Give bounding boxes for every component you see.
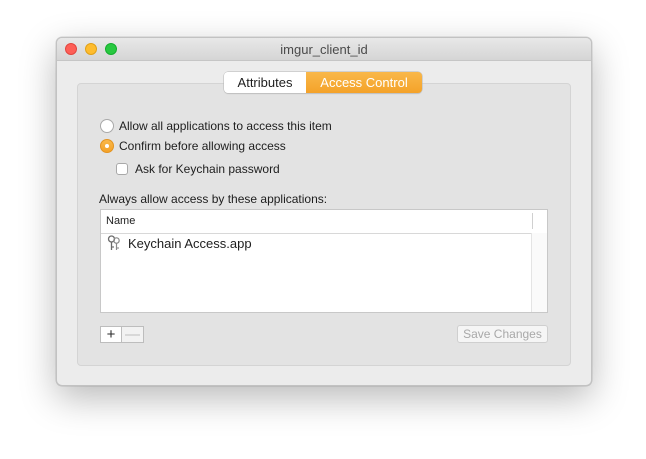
add-app-button[interactable]: +: [100, 326, 122, 343]
save-changes-button[interactable]: Save Changes: [457, 325, 548, 343]
add-remove-controls: + —: [100, 326, 144, 343]
table-header: Name: [101, 210, 547, 234]
ask-password-checkbox[interactable]: [116, 163, 128, 175]
title-bar[interactable]: imgur_client_id: [57, 38, 591, 61]
keychain-item-window: imgur_client_id Attributes Access Contro…: [56, 37, 592, 386]
remove-app-button[interactable]: —: [122, 326, 144, 343]
table-row[interactable]: Keychain Access.app: [101, 233, 531, 253]
confirm-access-label: Confirm before allowing access: [119, 139, 286, 153]
tab-bar: Attributes Access Control: [224, 72, 422, 93]
tab-access-control[interactable]: Access Control: [306, 72, 422, 93]
allow-all-label: Allow all applications to access this it…: [119, 119, 332, 133]
ask-password-option[interactable]: Ask for Keychain password: [116, 162, 280, 176]
column-header-name[interactable]: Name: [106, 215, 135, 227]
app-name: Keychain Access.app: [128, 235, 252, 251]
allow-all-option[interactable]: Allow all applications to access this it…: [100, 119, 332, 133]
table-scrollbar[interactable]: [531, 233, 547, 312]
window-title: imgur_client_id: [280, 42, 368, 57]
tab-attributes[interactable]: Attributes: [224, 72, 306, 93]
column-divider: [532, 213, 533, 229]
keychain-access-icon: [107, 235, 120, 250]
allowed-apps-caption: Always allow access by these application…: [99, 192, 328, 206]
allow-all-radio[interactable]: [100, 119, 114, 133]
ask-password-label: Ask for Keychain password: [135, 162, 280, 176]
confirm-access-radio[interactable]: [100, 139, 114, 153]
confirm-access-option[interactable]: Confirm before allowing access: [100, 139, 286, 153]
allowed-apps-table[interactable]: Name Keychain Access.app: [100, 209, 548, 313]
